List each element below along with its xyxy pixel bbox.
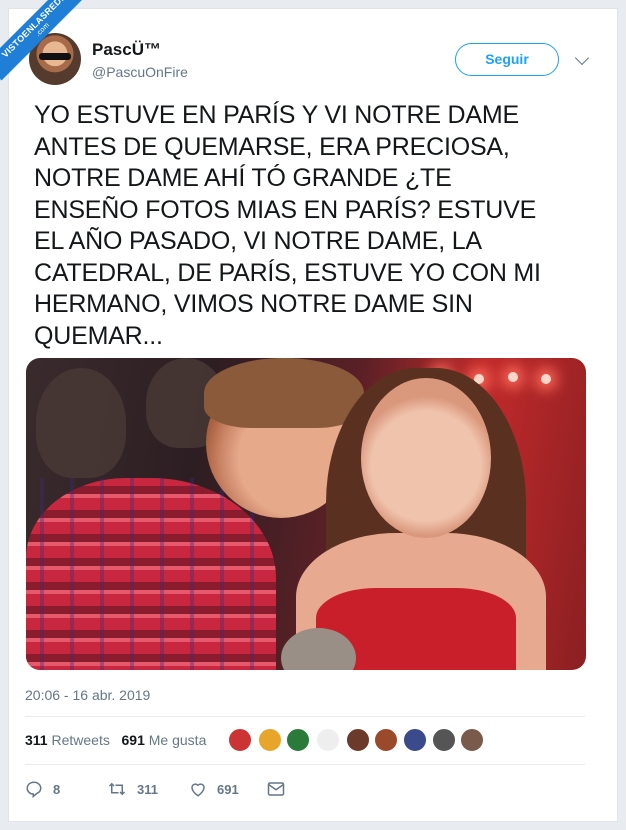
avatar[interactable] [374, 728, 398, 752]
follow-button[interactable]: Seguir [455, 43, 559, 76]
message-icon [267, 782, 285, 796]
avatar[interactable] [286, 728, 310, 752]
tweet-text-line: YO ESTUVE EN PARÍS Y VI NOTRE DAME [34, 101, 519, 129]
retweets-label[interactable]: Retweets [51, 732, 109, 748]
avatar[interactable] [460, 728, 484, 752]
retweet-icon [108, 782, 126, 796]
likes-label[interactable]: Me gusta [149, 732, 207, 748]
tweet-text-line: HERMANO, VIMOS NOTRE DAME SIN [34, 290, 473, 318]
like-count: 691 [217, 781, 239, 797]
author-name[interactable]: PascÜ™ [92, 40, 161, 60]
reply-button[interactable]: 8 [25, 779, 60, 799]
tweet-text-line: ANTES DE QUEMARSE, ERA PRECIOSA, [34, 132, 510, 161]
tweet-timestamp[interactable]: 20:06 - 16 abr. 2019 [25, 687, 150, 703]
tweet-text-line: CATEDRAL, DE PARÍS, ESTUVE YO CON MI [34, 258, 541, 287]
tweet-text-line: QUEMAR... [34, 321, 163, 350]
tweet-stats: 311 Retweets 691 Me gusta [25, 732, 206, 748]
reply-icon [26, 781, 42, 798]
tweet-text-line: EL AÑO PASADO, VI NOTRE DAME, LA [34, 227, 482, 255]
chevron-down-icon[interactable] [574, 50, 590, 66]
avatar[interactable] [316, 728, 340, 752]
avatar[interactable] [432, 728, 456, 752]
divider [25, 716, 585, 717]
likes-count[interactable]: 691 [122, 732, 145, 748]
avatar[interactable] [403, 728, 427, 752]
message-button[interactable] [267, 779, 295, 799]
avatar[interactable] [228, 728, 252, 752]
avatar[interactable] [346, 728, 370, 752]
like-button[interactable]: 691 [189, 779, 239, 799]
avatar[interactable] [258, 728, 282, 752]
reply-count: 8 [53, 781, 61, 797]
tweet-photo[interactable] [26, 358, 586, 670]
retweets-count[interactable]: 311 [25, 732, 48, 748]
retweet-count: 311 [137, 781, 158, 797]
tweet-text-line: NOTRE DAME AHÍ TÓ GRANDE ¿TE [34, 164, 452, 192]
retweet-button[interactable]: 311 [107, 779, 158, 799]
tweet-text-line: ENSEÑO FOTOS MIAS EN PARÍS? ESTUVE [34, 195, 537, 224]
tweet-text: YO ESTUVE EN PARÍS Y VI NOTRE DAME ANTES… [34, 100, 614, 352]
divider [25, 764, 585, 765]
heart-icon [191, 783, 205, 797]
author-handle[interactable]: @PascuOnFire [92, 64, 188, 80]
